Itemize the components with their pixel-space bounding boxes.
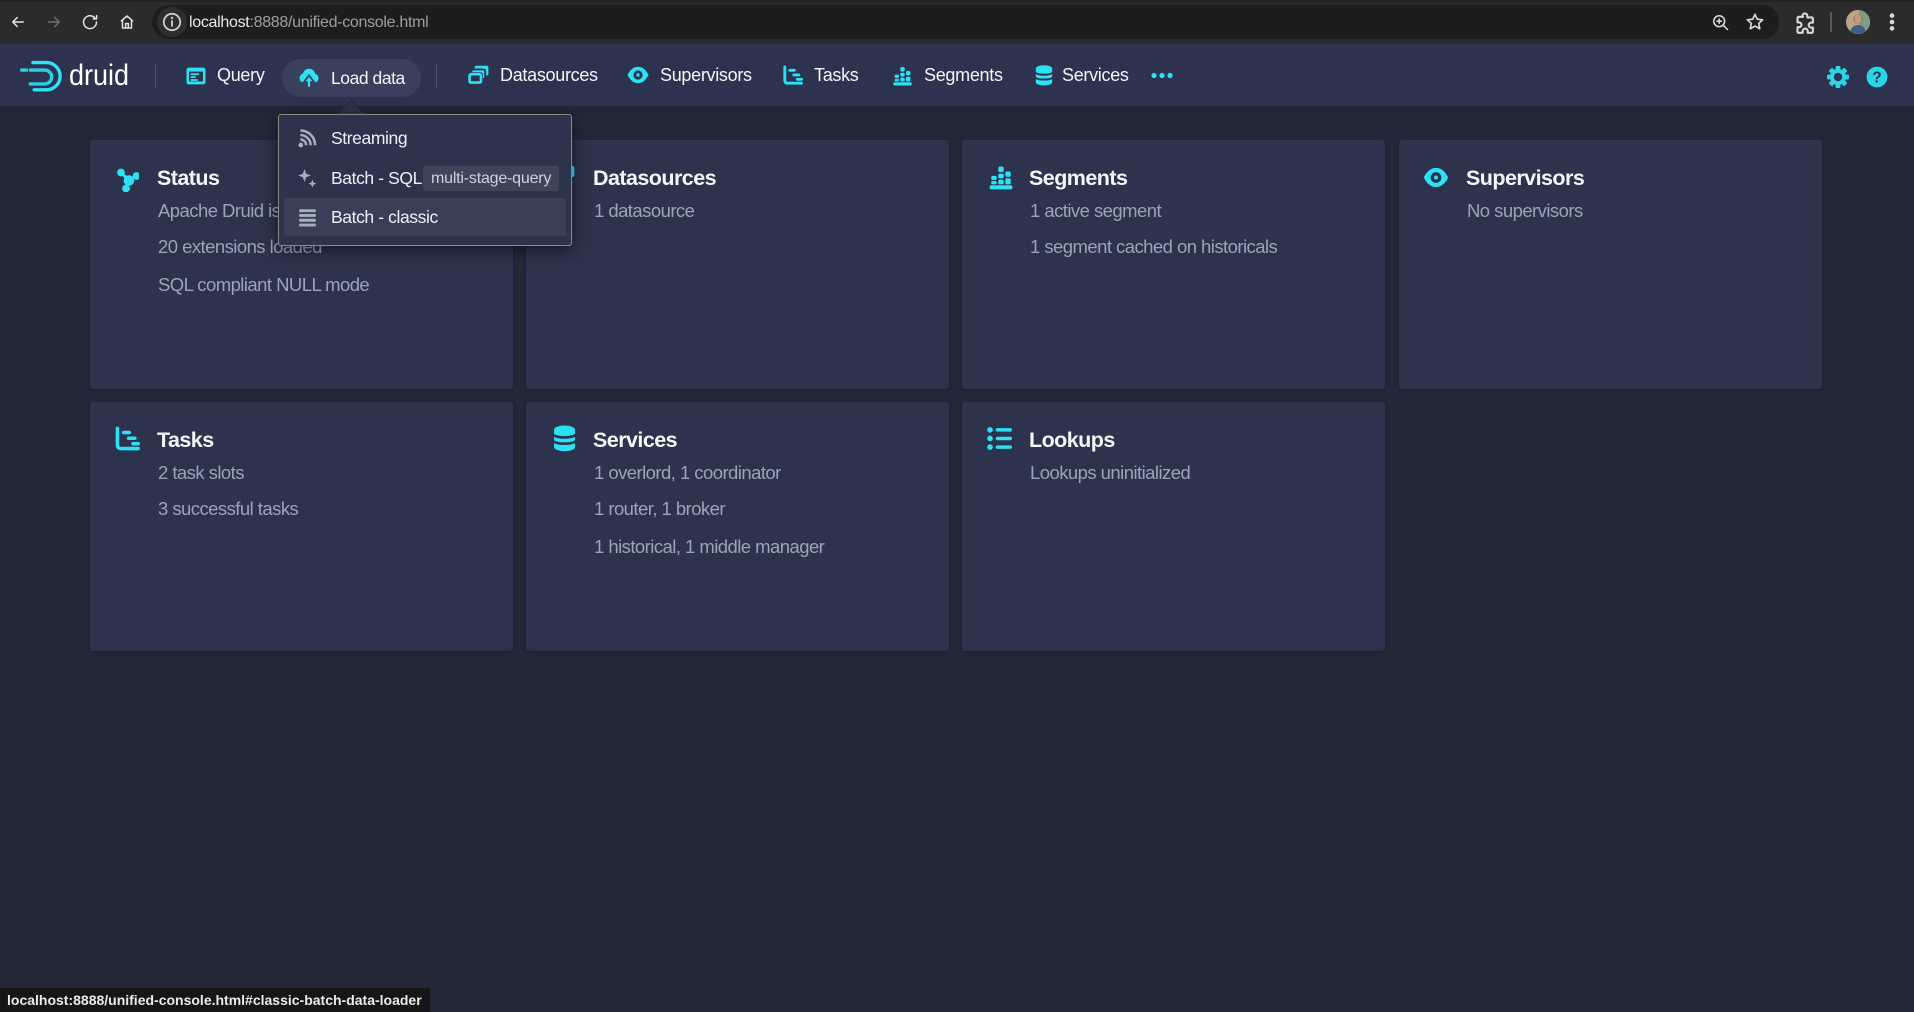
svg-text:?: ? [1872,69,1881,86]
